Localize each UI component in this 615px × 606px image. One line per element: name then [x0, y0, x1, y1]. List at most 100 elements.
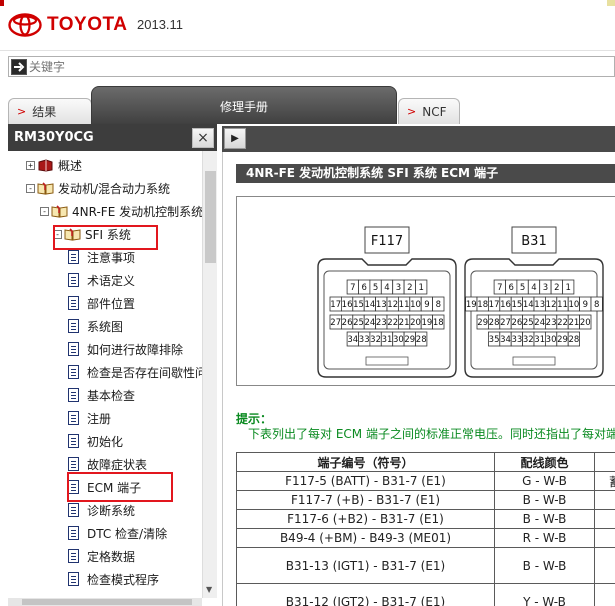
tree-item[interactable]: 检查是否存在间歇性问	[68, 362, 207, 382]
wire-color-cell: R - W-B	[494, 528, 595, 548]
tree-item[interactable]: 术语定义	[68, 270, 135, 290]
condition-cell	[594, 583, 615, 606]
terminal-number: 14	[523, 300, 534, 310]
page-icon	[68, 411, 79, 425]
content-toolbar: ▶	[222, 126, 615, 152]
tab-repair-manual[interactable]: 修理手册	[91, 86, 397, 124]
page-icon	[68, 549, 79, 563]
condition-cell	[594, 528, 615, 548]
tab-bar: > 结果 修理手册 > NCF	[0, 84, 615, 124]
wire-color-cell: B - W-B	[494, 509, 595, 529]
tree-item-label: 概述	[58, 158, 83, 173]
collapse-icon[interactable]: -	[40, 206, 49, 216]
tab-results[interactable]: > 结果	[8, 98, 92, 124]
terminal-number: 9	[424, 300, 429, 310]
search-input[interactable]	[27, 57, 614, 76]
tree-item[interactable]: 诊断系统	[68, 500, 135, 520]
tree-item-label: 定格数据	[87, 549, 136, 564]
table-row: F117-5 (BATT) - B31-7 (E1) G - W-B 蓄	[236, 471, 615, 491]
terminal-number: 12	[387, 300, 398, 310]
terminal-number: 6	[361, 283, 366, 293]
tree-item-label: 基本检查	[87, 388, 136, 403]
scrollbar-thumb[interactable]	[22, 599, 192, 605]
tree-item[interactable]: 注意事项	[68, 247, 135, 267]
terminal-number: 7	[350, 283, 355, 293]
terminal-number: 10	[410, 300, 421, 310]
tree-item[interactable]: 部件位置	[68, 293, 135, 313]
terminal-number: 25	[523, 318, 534, 328]
search-button[interactable]	[11, 58, 27, 75]
table-row: B31-13 (IGT1) - B31-7 (E1) B - W-B	[236, 547, 615, 584]
terminal-number: 26	[342, 318, 353, 328]
terminal-number: 34	[347, 335, 358, 345]
terminal-number: 19	[421, 318, 432, 328]
tree-item[interactable]: 定格数据	[68, 546, 135, 566]
connector-latch	[365, 356, 409, 366]
terminal-number: 22	[387, 318, 398, 328]
tree-item-label: 检查模式程序	[87, 572, 160, 587]
terminal-number: 19	[466, 300, 477, 310]
expand-button[interactable]: ▶	[224, 128, 246, 149]
toyota-emblem-icon	[8, 13, 42, 37]
tab-label: 结果	[32, 105, 57, 119]
terminal-cell: B31-13 (IGT1) - B31-7 (E1)	[236, 547, 495, 584]
terminal-number: 20	[410, 318, 421, 328]
arrow-right-icon	[14, 61, 25, 72]
red-book-icon	[38, 158, 53, 172]
condition-cell: 蓄	[594, 471, 615, 491]
terminal-number: 25	[353, 318, 364, 328]
header-corner-accent-right	[607, 0, 615, 6]
tree-item[interactable]: + 概述	[26, 155, 82, 175]
connector-b31: B317 6 5 4 3 2 119 18 17 16 15 14 13 12 11 10 9 829 28 27 26…	[464, 226, 604, 378]
close-button[interactable]: ×	[192, 127, 214, 148]
tree-item[interactable]: 注册	[68, 408, 111, 428]
tree-item[interactable]: DTC 检查/清除	[68, 523, 167, 543]
play-icon: ▶	[231, 133, 239, 144]
terminal-number: 24	[534, 318, 545, 328]
collapse-icon[interactable]: -	[26, 183, 35, 193]
terminal-number: 26	[511, 318, 522, 328]
tree-item[interactable]: 如何进行故障排除	[68, 339, 183, 359]
tree-item[interactable]: 检查模式程序	[68, 569, 159, 589]
document-id: RM30Y0CG	[14, 130, 94, 145]
chevron-right-icon: >	[17, 105, 27, 118]
page-icon	[68, 526, 79, 540]
terminal-number: 16	[342, 300, 353, 310]
table-row: F117-6 (+B2) - B31-7 (E1) B - W-B	[236, 509, 615, 529]
tree-item[interactable]: 故障症状表	[68, 454, 147, 474]
tree-item[interactable]: - 4NR-FE 发动机控制系统	[40, 201, 203, 221]
terminal-number: 15	[353, 300, 364, 310]
terminal-number: 32	[523, 335, 534, 345]
tree-item[interactable]: - 发动机/混合动力系统	[26, 178, 170, 198]
table-row: B49-4 (+BM) - B49-3 (ME01) R - W-B	[236, 528, 615, 548]
wire-color-cell: B - W-B	[494, 547, 595, 584]
tree-item-label: DTC 检查/清除	[87, 526, 168, 541]
tree-vertical-scrollbar[interactable]: ▼	[202, 151, 217, 598]
tree-item[interactable]: 基本检查	[68, 385, 135, 405]
connector-label: F117	[371, 234, 403, 249]
terminal-number: 3	[396, 283, 401, 293]
chevron-right-icon: >	[407, 105, 417, 118]
tab-ncf[interactable]: > NCF	[398, 98, 460, 124]
terminal-number: 10	[568, 300, 579, 310]
tree-item-label: 注意事项	[87, 250, 136, 265]
brand-name: TOYOTA	[47, 14, 128, 35]
page-title: 4NR-FE 发动机控制系统 SFI 系统 ECM 端子	[236, 164, 615, 183]
tree-horizontal-scrollbar[interactable]	[8, 598, 202, 606]
page-icon	[68, 572, 79, 586]
expand-icon[interactable]: +	[26, 160, 35, 170]
terminal-number: 32	[370, 335, 381, 345]
terminal-number: 9	[583, 300, 588, 310]
tree-item[interactable]: 系统图	[68, 316, 123, 336]
terminal-number: 28	[568, 335, 579, 345]
terminal-cell: F117-7 (+B) - B31-7 (E1)	[236, 490, 495, 510]
terminal-number: 5	[520, 283, 525, 293]
scrollbar-thumb[interactable]	[205, 171, 216, 263]
tree-item-label: 4NR-FE 发动机控制系统	[72, 204, 204, 219]
open-book-icon	[37, 181, 54, 195]
tree-item[interactable]: 初始化	[68, 431, 123, 451]
connector-latch	[512, 356, 556, 366]
navigation-tree: + 概述 - 发动机/混合动力系统 -4NR-FE 发动机控制系统 - SFI 系统 注意事项…	[8, 151, 217, 598]
scroll-down-icon[interactable]: ▼	[206, 585, 212, 594]
terminal-cell: B31-12 (IGT2) - B31-7 (E1)	[236, 583, 495, 606]
